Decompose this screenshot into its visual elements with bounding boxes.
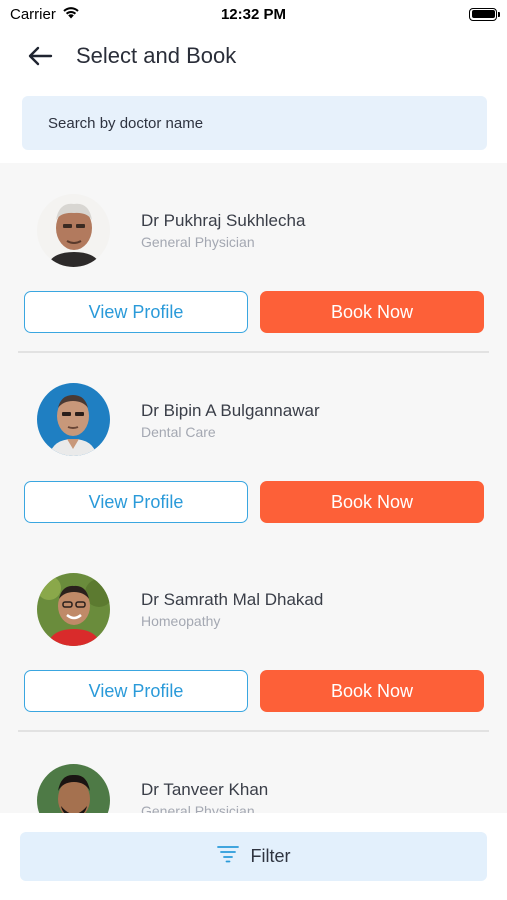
doctor-avatar (37, 194, 110, 267)
doctor-name: Dr Tanveer Khan (141, 780, 269, 799)
view-profile-button[interactable]: View Profile (24, 291, 248, 333)
book-now-button[interactable]: Book Now (260, 670, 484, 712)
doctor-card: Dr Samrath Mal Dhakad Homeopathy View Pr… (0, 542, 507, 732)
view-profile-button[interactable]: View Profile (24, 481, 248, 523)
doctor-list[interactable]: Dr Pukhraj Sukhlecha General Physician V… (0, 163, 507, 813)
page-title: Select and Book (76, 43, 237, 68)
status-time: 12:32 PM (220, 5, 287, 23)
filter-bar: Filter (0, 813, 507, 900)
filter-label: Filter (250, 846, 291, 866)
filter-button[interactable]: Filter (20, 832, 487, 881)
header: Select and Book (0, 28, 507, 84)
doctor-name: Dr Bipin A Bulgannawar (141, 401, 320, 420)
doctor-specialty: Homeopathy (141, 613, 221, 629)
doctor-specialty: Dental Care (141, 424, 216, 440)
filter-icon (216, 845, 239, 868)
doctor-specialty: General Physician (141, 803, 255, 813)
doctor-card: Dr Tanveer Khan General Physician (0, 732, 507, 813)
doctor-specialty: General Physician (141, 234, 255, 250)
book-now-button[interactable]: Book Now (260, 481, 484, 523)
search-box[interactable] (22, 96, 487, 150)
battery-icon (469, 7, 500, 21)
doctor-name: Dr Samrath Mal Dhakad (141, 590, 324, 609)
doctor-card: Dr Pukhraj Sukhlecha General Physician V… (0, 163, 507, 353)
doctor-avatar (37, 573, 110, 646)
back-arrow-icon[interactable] (26, 42, 54, 70)
doctor-card: Dr Bipin A Bulgannawar Dental Care View … (0, 353, 507, 543)
search-input[interactable] (48, 114, 487, 132)
doctor-avatar (37, 383, 110, 456)
doctor-avatar (37, 764, 110, 813)
doctor-name: Dr Pukhraj Sukhlecha (141, 211, 306, 230)
view-profile-button[interactable]: View Profile (24, 670, 248, 712)
book-now-button[interactable]: Book Now (260, 291, 484, 333)
status-bar: Carrier 12:32 PM (0, 0, 507, 28)
